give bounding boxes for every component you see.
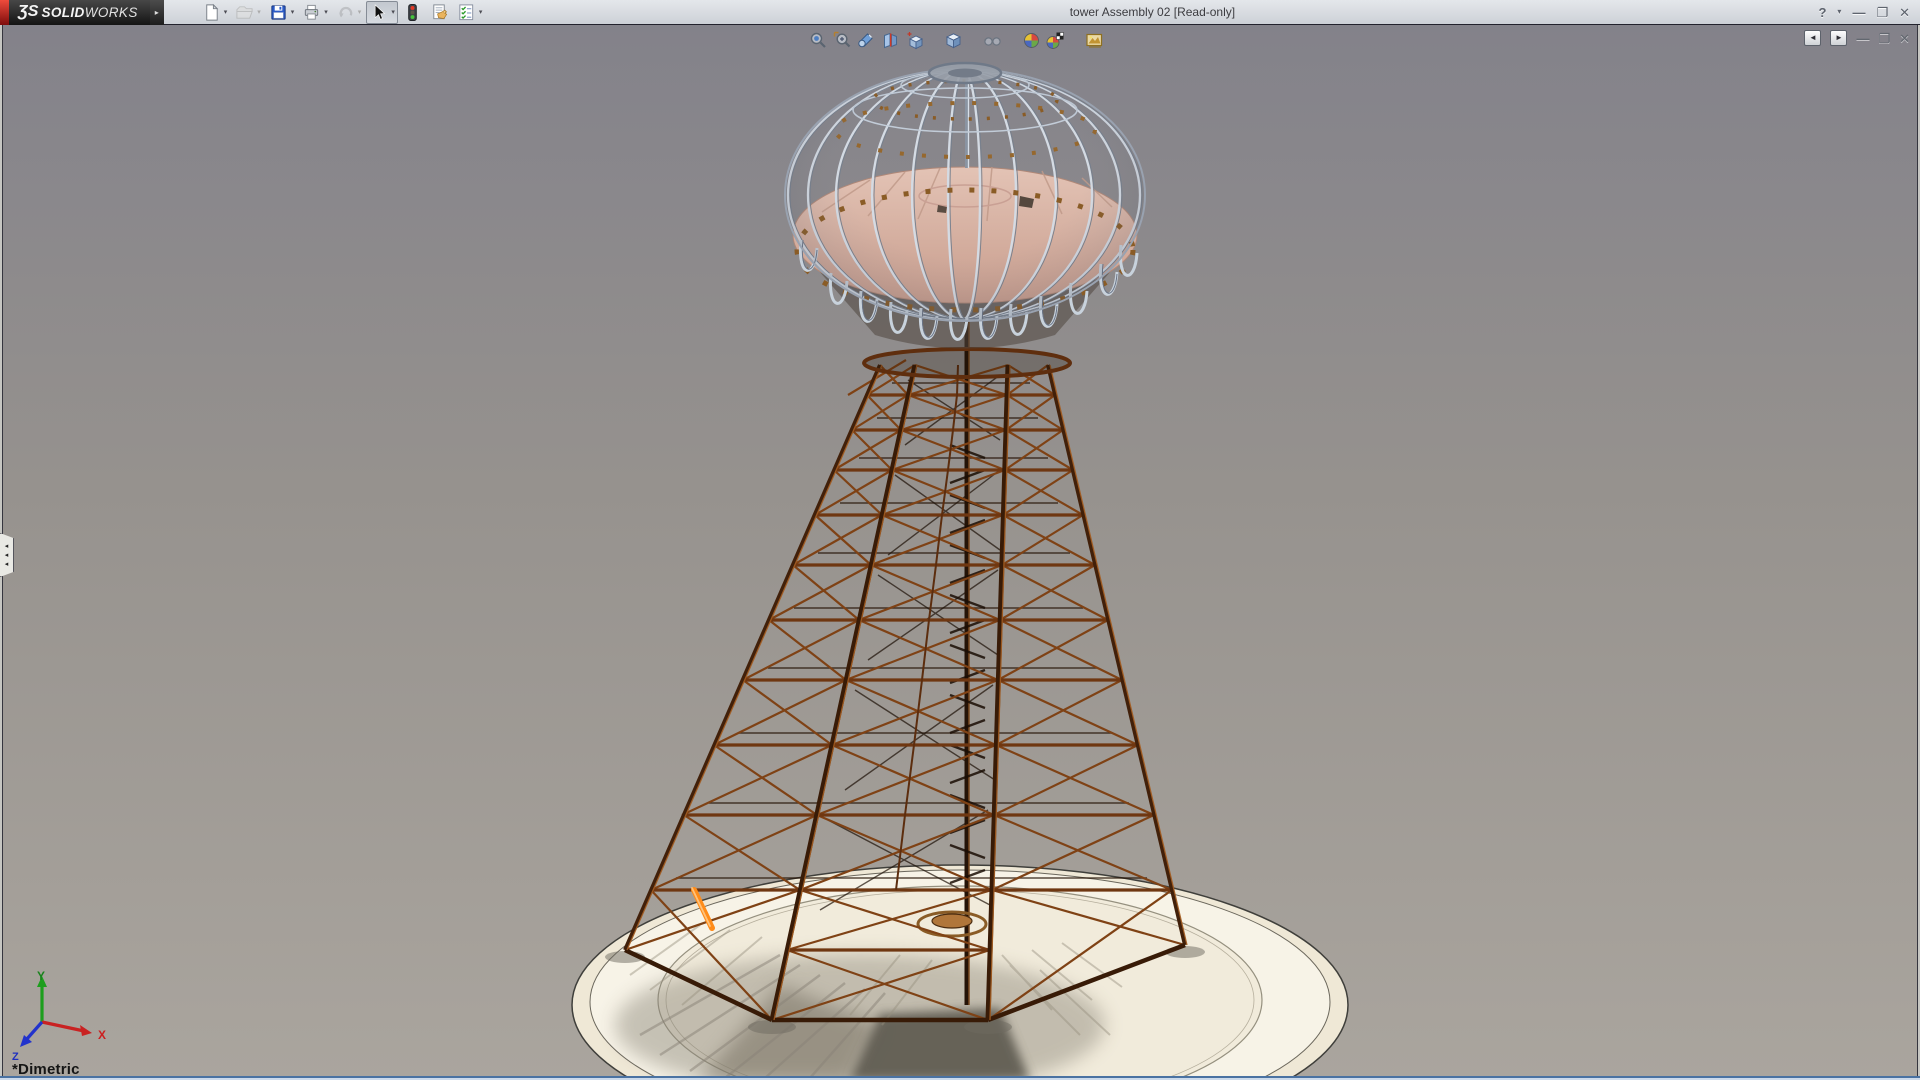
print-icon: [302, 3, 321, 22]
apply-scene-button[interactable]: [1043, 29, 1067, 51]
file-properties-icon: [430, 3, 449, 22]
close-button[interactable]: ✕: [1899, 6, 1910, 19]
rebuild-icon: [403, 3, 422, 22]
edit-appearance-icon: [1022, 31, 1041, 50]
new-document-button[interactable]: ▾: [199, 1, 231, 24]
zoom-to-area-button[interactable]: [830, 29, 854, 51]
brand-glyph: ƷS: [18, 3, 38, 21]
brand-red-stripe: [0, 0, 9, 25]
triad-x-label: X: [98, 1028, 106, 1042]
file-properties-button[interactable]: [427, 1, 452, 24]
edit-appearance-button[interactable]: [1019, 29, 1043, 51]
window-controls: ? ▾ — ❐ ✕: [1818, 6, 1920, 19]
help-button[interactable]: ?: [1818, 6, 1826, 19]
headsup-group: [1019, 29, 1067, 51]
solidworks-logo: ƷS SOLID WORKS: [0, 0, 150, 25]
dropdown-caret-icon[interactable]: ▾: [358, 8, 362, 16]
display-style-icon: [944, 31, 963, 50]
rebuild-button[interactable]: [400, 1, 425, 24]
zoom-to-fit-button[interactable]: [806, 29, 830, 51]
section-view-button[interactable]: [878, 29, 902, 51]
save-icon: [269, 3, 288, 22]
help-dropdown-button[interactable]: ▾: [1837, 8, 1841, 16]
view-orientation-button[interactable]: [902, 29, 926, 51]
tower-neck-ring: [864, 349, 1070, 377]
dropdown-caret-icon[interactable]: ▾: [224, 8, 228, 16]
dropdown-caret-icon[interactable]: ▾: [479, 8, 483, 16]
splitter-arrow-icon: ◂: [5, 552, 9, 559]
triad-y-label: Y: [37, 970, 45, 983]
headsup-view-toolbar: [806, 29, 1121, 51]
document-window-controls: ◄ ► — ❐ ✕: [1804, 30, 1910, 46]
headsup-group: [941, 29, 965, 51]
dropdown-caret-icon[interactable]: ▾: [257, 8, 261, 16]
hide-show-items-icon: [983, 31, 1002, 50]
previous-view-icon: [857, 31, 876, 50]
restore-button[interactable]: ❐: [1876, 6, 1888, 19]
headsup-group: [1082, 29, 1106, 51]
section-view-icon: [881, 31, 900, 50]
headsup-group: [806, 29, 926, 51]
options-button[interactable]: ▾: [454, 1, 486, 24]
doc-restore-button[interactable]: ❐: [1878, 32, 1890, 45]
display-style-button[interactable]: [941, 29, 965, 51]
brand-name-light: WORKS: [85, 5, 138, 20]
open-document-icon: [235, 3, 254, 22]
hide-show-items-button[interactable]: [980, 29, 1004, 51]
previous-view-button[interactable]: [854, 29, 878, 51]
new-document-icon: [202, 3, 221, 22]
doc-minimize-button[interactable]: —: [1856, 32, 1869, 45]
select-icon: [369, 3, 388, 22]
zoom-to-fit-icon: [809, 31, 828, 50]
brand-expand-arrow[interactable]: ▸: [150, 0, 164, 25]
main-toolbar: ▾ ▾ ▾ ▾ ▾ ▾ ▾: [198, 0, 487, 25]
dropdown-caret-icon[interactable]: ▾: [391, 8, 395, 16]
dropdown-caret-icon[interactable]: ▾: [324, 8, 328, 16]
brand-name-bold: SOLID: [41, 5, 84, 20]
window-title: tower Assembly 02 [Read-only]: [486, 5, 1818, 19]
apply-scene-icon: [1046, 31, 1065, 50]
open-document-button[interactable]: ▾: [232, 1, 264, 24]
view-settings-icon: [1085, 31, 1104, 50]
save-button[interactable]: ▾: [266, 1, 298, 24]
previous-document-button[interactable]: ◄: [1804, 30, 1821, 46]
splitter-arrow-icon: ◂: [5, 561, 9, 568]
select-button[interactable]: ▾: [366, 1, 398, 24]
orientation-triad: Y X Z: [8, 970, 118, 1065]
statusbar-edge: [0, 1076, 1920, 1080]
doc-close-button[interactable]: ✕: [1899, 32, 1910, 45]
dome-silhouette: [785, 69, 1145, 321]
minimize-button[interactable]: —: [1852, 6, 1865, 19]
dropdown-caret-icon[interactable]: ▾: [291, 8, 295, 16]
options-icon: [457, 3, 476, 22]
undo-button[interactable]: ▾: [333, 1, 365, 24]
headsup-group: [980, 29, 1004, 51]
zoom-to-area-icon: [833, 31, 852, 50]
next-document-button[interactable]: ►: [1830, 30, 1847, 46]
featuremanager-splitter-tab[interactable]: ◂ ◂ ◂: [0, 533, 14, 577]
undo-icon: [336, 3, 355, 22]
print-button[interactable]: ▾: [299, 1, 331, 24]
titlebar: ƷS SOLID WORKS ▸ ▾ ▾ ▾ ▾ ▾ ▾ ▾ tower Assembly …: [0, 0, 1920, 25]
splitter-arrow-icon: ◂: [5, 543, 9, 550]
view-settings-button[interactable]: [1082, 29, 1106, 51]
view-orientation-icon: [905, 31, 924, 50]
viewport-3d-scene[interactable]: [0, 0, 1920, 1080]
